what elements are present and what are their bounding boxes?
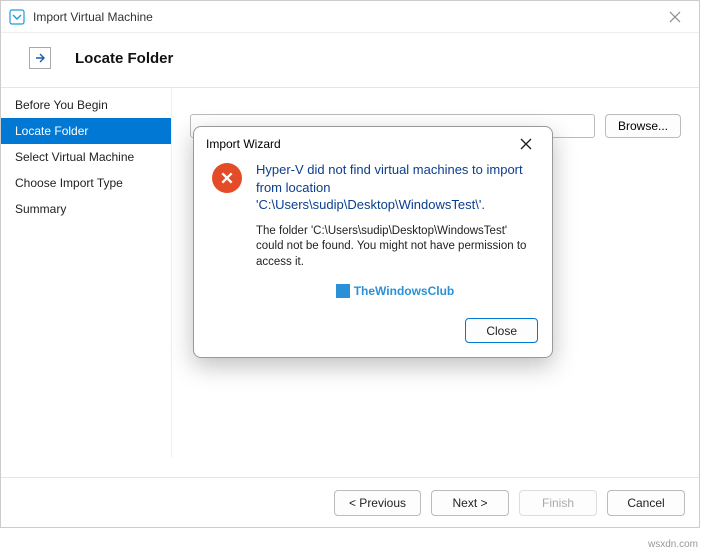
corner-attribution: wsxdn.com: [648, 539, 698, 550]
wizard-header-icon: [29, 47, 51, 69]
dialog-footer: Close: [194, 308, 552, 357]
dialog-close-footer-button[interactable]: Close: [465, 318, 538, 343]
next-button[interactable]: Next >: [431, 490, 509, 516]
dialog-close-button[interactable]: [512, 130, 540, 158]
previous-button[interactable]: < Previous: [334, 490, 421, 516]
dialog-body: Hyper-V did not find virtual machines to…: [194, 161, 552, 308]
sidebar-item-select-virtual-machine[interactable]: Select Virtual Machine: [1, 144, 171, 170]
sidebar: Before You Begin Locate Folder Select Vi…: [1, 88, 171, 458]
watermark-text: TheWindowsClub: [354, 284, 455, 298]
finish-button: Finish: [519, 490, 597, 516]
window-close-button[interactable]: [659, 1, 691, 33]
dialog-title: Import Wizard: [206, 137, 281, 151]
dialog-detail: The folder 'C:\Users\sudip\Desktop\Windo…: [256, 224, 534, 271]
dialog-text: Hyper-V did not find virtual machines to…: [256, 161, 534, 298]
wizard-header-title: Locate Folder: [75, 50, 173, 67]
app-icon: [9, 9, 25, 25]
titlebar: Import Virtual Machine: [1, 1, 699, 33]
sidebar-item-locate-folder[interactable]: Locate Folder: [1, 118, 171, 144]
dialog-titlebar: Import Wizard: [194, 127, 552, 161]
sidebar-item-choose-import-type[interactable]: Choose Import Type: [1, 170, 171, 196]
window-title: Import Virtual Machine: [33, 10, 659, 24]
dialog-headline: Hyper-V did not find virtual machines to…: [256, 161, 534, 214]
cancel-button[interactable]: Cancel: [607, 490, 685, 516]
sidebar-item-summary[interactable]: Summary: [1, 196, 171, 222]
watermark-icon: [336, 284, 350, 298]
error-icon: [212, 163, 242, 193]
watermark: TheWindowsClub: [256, 284, 534, 298]
main-window: Import Virtual Machine Locate Folder Bef…: [0, 0, 700, 528]
sidebar-item-before-you-begin[interactable]: Before You Begin: [1, 92, 171, 118]
wizard-footer: < Previous Next > Finish Cancel: [1, 477, 699, 527]
error-dialog: Import Wizard Hyper-V did not find virtu…: [193, 126, 553, 358]
browse-button[interactable]: Browse...: [605, 114, 681, 138]
wizard-header: Locate Folder: [1, 33, 699, 88]
